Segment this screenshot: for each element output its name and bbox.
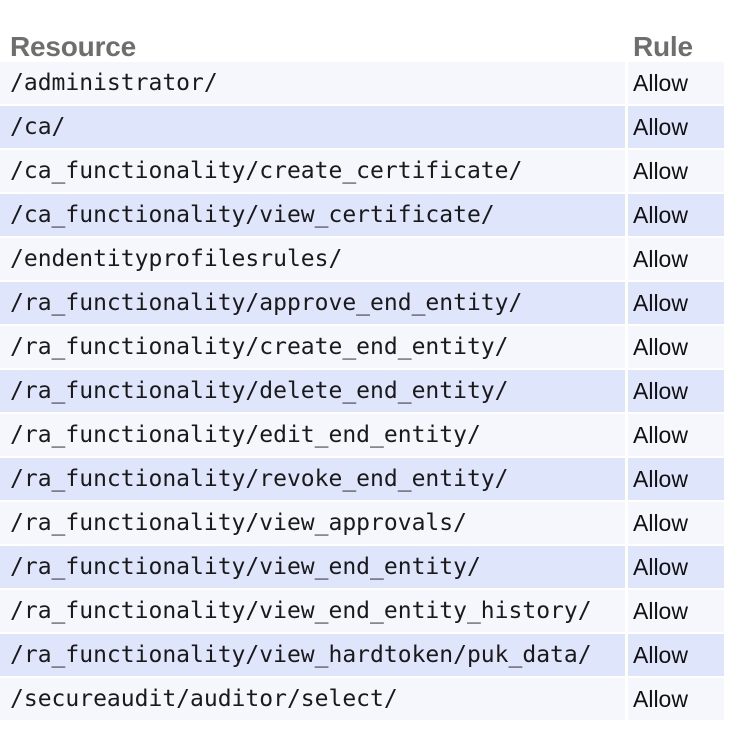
cell-row-tail [724, 62, 746, 106]
table-row: /ra_functionality/view_end_entity_histor… [0, 590, 746, 634]
column-header-tail [724, 0, 746, 62]
column-header-resource: Resource [0, 0, 625, 62]
cell-rule: Allow [628, 62, 724, 106]
table-header: Resource Rule [0, 0, 746, 62]
cell-rule: Allow [628, 326, 724, 370]
cell-resource: /ca_functionality/view_certificate/ [0, 194, 625, 238]
access-rules-table: Resource Rule /administrator/Allow/ca/Al… [0, 0, 746, 722]
cell-resource: /ra_functionality/create_end_entity/ [0, 326, 625, 370]
cell-rule: Allow [628, 150, 724, 194]
cell-resource: /ca_functionality/create_certificate/ [0, 150, 625, 194]
cell-row-tail [724, 546, 746, 590]
table-row: /administrator/Allow [0, 62, 746, 106]
table-row: /endentityprofilesrules/Allow [0, 238, 746, 282]
cell-rule: Allow [628, 282, 724, 326]
table-row: /ra_functionality/approve_end_entity/All… [0, 282, 746, 326]
cell-rule: Allow [628, 546, 724, 590]
header-row: Resource Rule [0, 0, 746, 62]
cell-row-tail [724, 326, 746, 370]
cell-rule: Allow [628, 634, 724, 678]
cell-rule: Allow [628, 106, 724, 150]
cell-row-tail [724, 370, 746, 414]
table-row: /ca_functionality/create_certificate/All… [0, 150, 746, 194]
cell-row-tail [724, 414, 746, 458]
table-row: /ra_functionality/view_hardtoken/puk_dat… [0, 634, 746, 678]
cell-row-tail [724, 150, 746, 194]
cell-resource: /ra_functionality/view_end_entity_histor… [0, 590, 625, 634]
cell-rule: Allow [628, 502, 724, 546]
table-row: /ca_functionality/view_certificate/Allow [0, 194, 746, 238]
cell-resource: /ra_functionality/view_approvals/ [0, 502, 625, 546]
cell-row-tail [724, 106, 746, 150]
column-header-rule: Rule [628, 0, 724, 62]
cell-resource: /ra_functionality/view_hardtoken/puk_dat… [0, 634, 625, 678]
cell-resource: /ra_functionality/delete_end_entity/ [0, 370, 625, 414]
cell-row-tail [724, 590, 746, 634]
table-row: /ra_functionality/revoke_end_entity/Allo… [0, 458, 746, 502]
table-body: /administrator/Allow/ca/Allow/ca_functio… [0, 62, 746, 722]
table-row: /ca/Allow [0, 106, 746, 150]
cell-rule: Allow [628, 458, 724, 502]
cell-row-tail [724, 634, 746, 678]
table-row: /secureaudit/auditor/select/Allow [0, 678, 746, 722]
table-row: /ra_functionality/edit_end_entity/Allow [0, 414, 746, 458]
cell-row-tail [724, 502, 746, 546]
cell-resource: /administrator/ [0, 62, 625, 106]
cell-rule: Allow [628, 238, 724, 282]
cell-rule: Allow [628, 414, 724, 458]
cell-row-tail [724, 282, 746, 326]
cell-resource: /ca/ [0, 106, 625, 150]
cell-resource: /ra_functionality/edit_end_entity/ [0, 414, 625, 458]
table-row: /ra_functionality/delete_end_entity/Allo… [0, 370, 746, 414]
cell-row-tail [724, 194, 746, 238]
cell-resource: /secureaudit/auditor/select/ [0, 678, 625, 722]
cell-rule: Allow [628, 194, 724, 238]
cell-resource: /ra_functionality/revoke_end_entity/ [0, 458, 625, 502]
cell-resource: /ra_functionality/approve_end_entity/ [0, 282, 625, 326]
cell-row-tail [724, 458, 746, 502]
cell-row-tail [724, 678, 746, 722]
table-row: /ra_functionality/create_end_entity/Allo… [0, 326, 746, 370]
cell-row-tail [724, 238, 746, 282]
table-row: /ra_functionality/view_approvals/Allow [0, 502, 746, 546]
cell-rule: Allow [628, 678, 724, 722]
cell-rule: Allow [628, 370, 724, 414]
cell-resource: /ra_functionality/view_end_entity/ [0, 546, 625, 590]
cell-rule: Allow [628, 590, 724, 634]
table-row: /ra_functionality/view_end_entity/Allow [0, 546, 746, 590]
cell-resource: /endentityprofilesrules/ [0, 238, 625, 282]
